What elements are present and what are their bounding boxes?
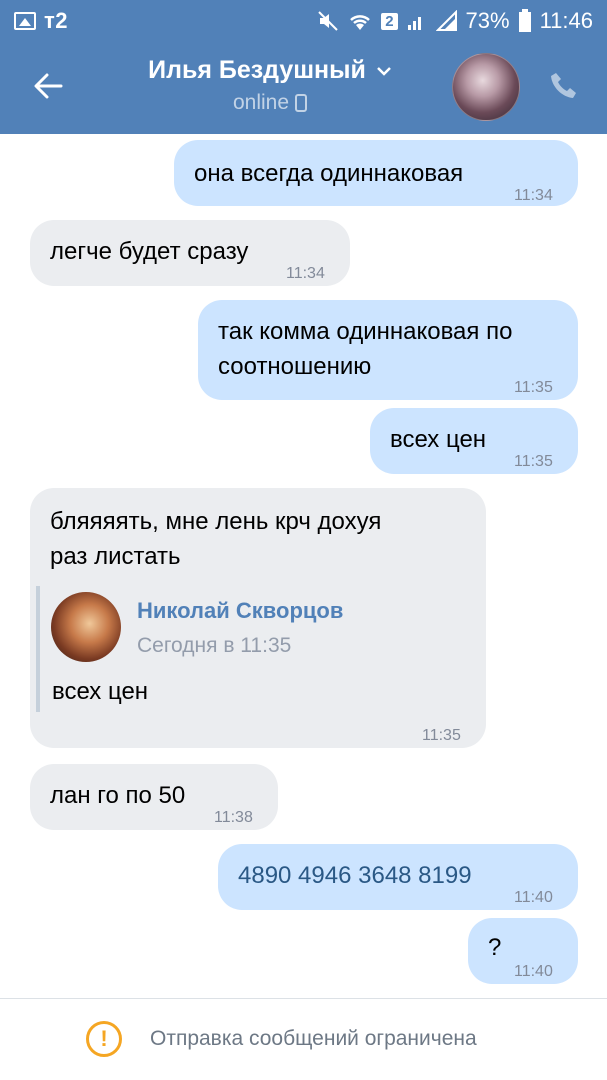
gallery-icon xyxy=(14,12,36,30)
message-text-card-number[interactable]: 4890 4946 3648 8199 xyxy=(238,858,472,893)
message-text: ? xyxy=(488,934,502,961)
message-incoming[interactable]: лан го по 50 11:38 xyxy=(30,764,278,830)
sim-badge: 2 xyxy=(381,12,398,30)
contact-status: online xyxy=(232,91,290,114)
restriction-notice: Отправка сообщений ограничена xyxy=(150,1027,477,1050)
top-bar: т2 2 73% 11:46 Илья Бездушный online xyxy=(0,0,607,134)
phone-icon xyxy=(551,73,576,98)
back-button[interactable] xyxy=(30,68,66,104)
message-outgoing[interactable]: так комма одиннаковая по соотношению 11:… xyxy=(198,300,578,400)
message-text-line1: так комма одиннаковая по xyxy=(218,318,513,345)
message-text-line1: бляяяять, мне лень крч дохуя xyxy=(50,508,382,535)
call-button[interactable] xyxy=(548,70,584,106)
forwarded-author-avatar[interactable] xyxy=(51,592,121,662)
chevron-down-icon xyxy=(377,66,391,76)
message-text: всех цен xyxy=(390,426,487,453)
wifi-icon xyxy=(350,15,371,30)
message-time: 11:35 xyxy=(514,379,553,396)
signal-icon xyxy=(407,17,421,30)
contact-name: Илья Бездушный xyxy=(148,56,366,84)
message-outgoing[interactable]: 4890 4946 3648 8199 11:40 xyxy=(218,844,578,910)
message-outgoing[interactable]: она всегда одиннаковая 11:34 xyxy=(174,140,578,206)
mute-icon xyxy=(318,11,338,31)
clock: 11:46 xyxy=(539,8,593,33)
signal-icon-2 xyxy=(435,10,457,31)
message-text: она всегда одиннаковая xyxy=(194,160,464,187)
message-time: 11:38 xyxy=(214,809,253,826)
forwarded-text: всех цен xyxy=(52,678,149,705)
mobile-icon xyxy=(295,94,308,112)
forwarded-date: Сегодня в 11:35 xyxy=(137,634,292,657)
composer-restricted-banner: ! Отправка сообщений ограничена xyxy=(0,998,607,1080)
chat-title-area[interactable]: Илья Бездушный online xyxy=(100,56,440,115)
chat-header: Илья Бездушный online xyxy=(0,40,607,134)
message-incoming[interactable]: легче будет сразу 11:34 xyxy=(30,220,350,286)
message-time: 11:35 xyxy=(422,727,461,744)
message-text-line2: раз листать xyxy=(50,543,181,570)
carrier-label: т2 xyxy=(44,8,69,33)
message-time: 11:34 xyxy=(514,187,553,204)
arrow-left-icon xyxy=(34,73,63,99)
forwarded-author-name[interactable]: Николай Скворцов xyxy=(137,598,343,624)
message-text-line2: соотношению xyxy=(218,353,372,380)
message-text: легче будет сразу xyxy=(50,238,249,265)
battery-percent: 73% xyxy=(465,8,510,33)
message-list[interactable]: она всегда одиннаковая 11:34 легче будет… xyxy=(0,134,607,998)
forwarded-quote-bar xyxy=(36,586,40,712)
warning-icon: ! xyxy=(86,1021,122,1057)
message-text: лан го по 50 xyxy=(50,782,186,809)
status-bar: т2 2 73% 11:46 xyxy=(0,0,607,40)
message-outgoing[interactable]: всех цен 11:35 xyxy=(370,408,578,474)
message-time: 11:34 xyxy=(286,265,325,282)
message-time: 11:40 xyxy=(514,963,553,980)
message-time: 11:35 xyxy=(514,453,553,470)
message-outgoing[interactable]: ? 11:40 xyxy=(468,918,578,984)
battery-icon xyxy=(518,9,531,32)
contact-avatar[interactable] xyxy=(452,53,520,121)
message-time: 11:40 xyxy=(514,889,553,906)
